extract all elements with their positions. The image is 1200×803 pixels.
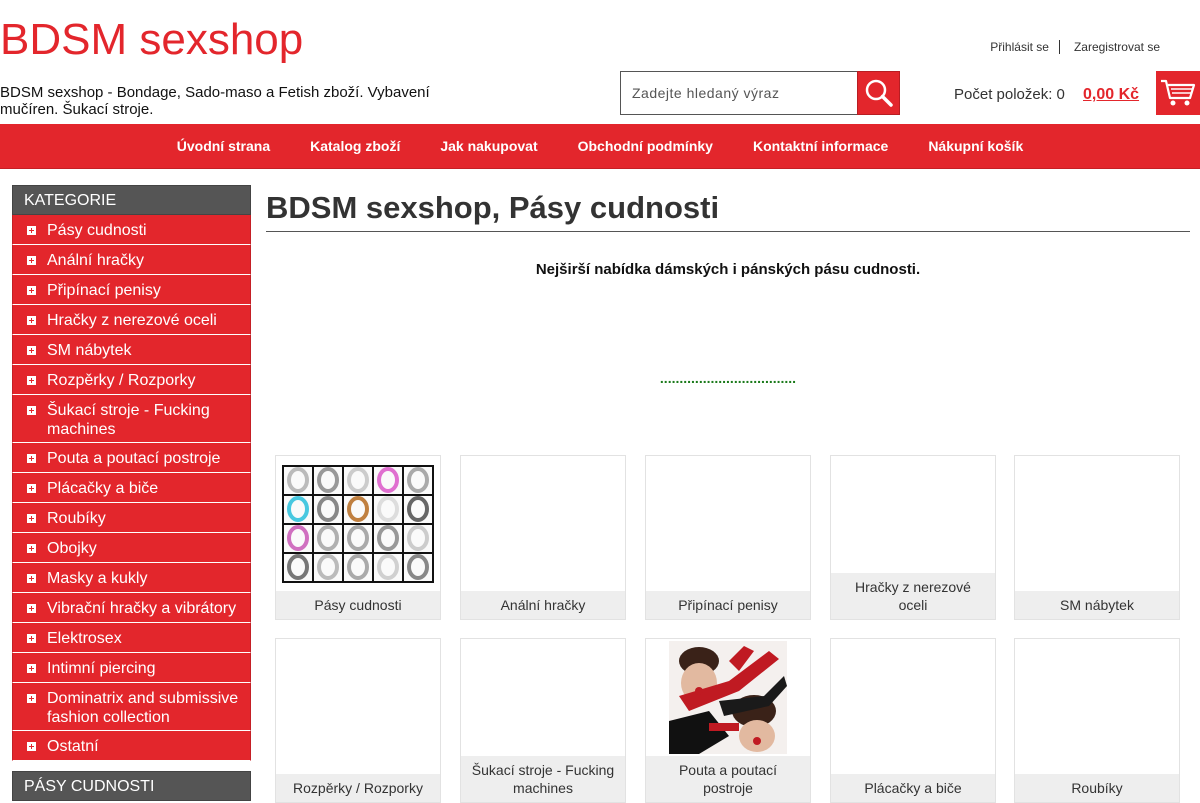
cart-icon (1161, 79, 1196, 106)
category-label[interactable]: Šukací stroje - Fucking machines (461, 756, 625, 802)
category-label[interactable]: Připínací penisy (646, 591, 810, 619)
nav-home[interactable]: Úvodní strana (177, 138, 270, 154)
sidebar-item[interactable]: Intimní piercing (12, 653, 251, 683)
category-image[interactable] (646, 456, 810, 591)
search-button[interactable] (857, 71, 900, 115)
category-image[interactable] (276, 639, 440, 774)
plus-icon (27, 316, 36, 325)
plus-icon (27, 346, 36, 355)
sidebar-item[interactable]: SM nábytek (12, 335, 251, 365)
plus-icon (27, 454, 36, 463)
sidebar: KATEGORIE Pásy cudnosti Anální hračky Př… (12, 185, 251, 801)
category-label[interactable]: Pásy cudnosti (276, 591, 440, 619)
category-card[interactable]: Rozpěrky / Rozporky (275, 638, 441, 803)
category-image[interactable] (646, 639, 810, 756)
sidebar-item[interactable]: Rozpěrky / Rozporky (12, 365, 251, 395)
category-card[interactable]: Anální hračky (460, 455, 626, 620)
category-label[interactable]: Plácačky a biče (831, 774, 995, 802)
category-image[interactable] (1015, 639, 1179, 774)
plus-icon (27, 664, 36, 673)
search-icon (865, 79, 893, 107)
plus-icon (27, 376, 36, 385)
category-card[interactable]: Roubíky (1014, 638, 1180, 803)
category-label[interactable]: Rozpěrky / Rozporky (276, 774, 440, 802)
sidebar-item[interactable]: Elektrosex (12, 623, 251, 653)
plus-icon (27, 514, 36, 523)
nav-catalog[interactable]: Katalog zboží (310, 138, 400, 154)
plus-icon (27, 694, 36, 703)
sidebar-item[interactable]: Plácačky a biče (12, 473, 251, 503)
category-image[interactable] (461, 456, 625, 591)
sidebar-item[interactable]: Dominatrix and submissive fashion collec… (12, 683, 251, 731)
site-description: BDSM sexshop - Bondage, Sado-maso a Feti… (0, 84, 430, 118)
plus-icon (27, 256, 36, 265)
sidebar-item[interactable]: Ostatní (12, 731, 251, 761)
category-card[interactable]: Připínací penisy (645, 455, 811, 620)
sidebar-item[interactable]: Obojky (12, 533, 251, 563)
sidebar-item[interactable]: Šukací stroje - Fucking machines (12, 395, 251, 443)
category-card[interactable]: Šukací stroje - Fucking machines (460, 638, 626, 803)
category-card[interactable]: Pásy cudnosti (275, 455, 441, 620)
intro-text: Nejširší nabídka dámských i pánských pás… (535, 261, 921, 278)
category-label[interactable]: Anální hračky (461, 591, 625, 619)
category-label[interactable]: SM nábytek (1015, 591, 1179, 619)
sidebar-item[interactable]: Hračky z nerezové oceli (12, 305, 251, 335)
plus-icon (27, 484, 36, 493)
main-nav: Úvodní strana Katalog zboží Jak nakupova… (0, 124, 1200, 169)
sidebar-item[interactable]: Pouta a poutací postroje (12, 443, 251, 473)
category-image[interactable] (831, 639, 995, 774)
login-link[interactable]: Přihlásit se (980, 40, 1059, 54)
plus-icon (27, 406, 36, 415)
nav-terms[interactable]: Obchodní podmínky (578, 138, 713, 154)
main-content: BDSM sexshop, Pásy cudnosti Nejširší nab… (266, 185, 1190, 803)
category-image[interactable] (276, 456, 440, 591)
plus-icon (27, 742, 36, 751)
plus-icon (27, 226, 36, 235)
plus-icon (27, 634, 36, 643)
plus-icon (27, 544, 36, 553)
category-label[interactable]: Pouta a poutací postroje (646, 756, 810, 802)
site-title[interactable]: BDSM sexshop (0, 14, 303, 66)
plus-icon (27, 286, 36, 295)
category-card[interactable]: SM nábytek (1014, 455, 1180, 620)
sidebar-item[interactable]: Roubíky (12, 503, 251, 533)
sidebar-item[interactable]: Pásy cudnosti (12, 215, 251, 245)
category-label[interactable]: Roubíky (1015, 774, 1179, 802)
nav-contact[interactable]: Kontaktní informace (753, 138, 888, 154)
cart-item-count: Počet položek: 0 (954, 86, 1065, 103)
sidebar-heading: KATEGORIE (12, 185, 251, 215)
category-image[interactable] (831, 456, 995, 573)
cart-total[interactable]: 0,00 Kč (1083, 86, 1139, 104)
category-label[interactable]: Hračky z nerezové oceli (831, 573, 995, 619)
register-link[interactable]: Zaregistrovat se (1058, 40, 1160, 54)
plus-icon (27, 574, 36, 583)
search-input[interactable] (620, 71, 858, 115)
category-card[interactable]: Hračky z nerezové oceli (830, 455, 996, 620)
chastity-devices-image (282, 464, 434, 583)
nav-how-to-buy[interactable]: Jak nakupovat (440, 138, 537, 154)
dotted-separator: ................................... (659, 370, 797, 386)
sidebar-item[interactable]: Připínací penisy (12, 275, 251, 305)
category-card[interactable]: Plácačky a biče (830, 638, 996, 803)
sidebar-item[interactable]: Masky a kukly (12, 563, 251, 593)
category-list: Pásy cudnosti Anální hračky Připínací pe… (12, 215, 251, 761)
category-image[interactable] (1015, 456, 1179, 591)
category-image[interactable] (461, 639, 625, 756)
site-header: BDSM sexshop BDSM sexshop - Bondage, Sad… (0, 0, 1200, 124)
page-title: BDSM sexshop, Pásy cudnosti (266, 185, 1190, 232)
sidebar-item[interactable]: Vibrační hračky a vibrátory (12, 593, 251, 623)
bondage-harness-image (669, 641, 787, 754)
account-links: Přihlásit se Zaregistrovat se (980, 40, 1160, 54)
sidebar-subheading: PÁSY CUDNOSTI (12, 771, 251, 801)
category-card[interactable]: Pouta a poutací postroje (645, 638, 811, 803)
cart-button[interactable] (1156, 71, 1200, 115)
sidebar-item[interactable]: Anální hračky (12, 245, 251, 275)
search-form (620, 71, 900, 115)
nav-cart[interactable]: Nákupní košík (928, 138, 1023, 154)
plus-icon (27, 604, 36, 613)
